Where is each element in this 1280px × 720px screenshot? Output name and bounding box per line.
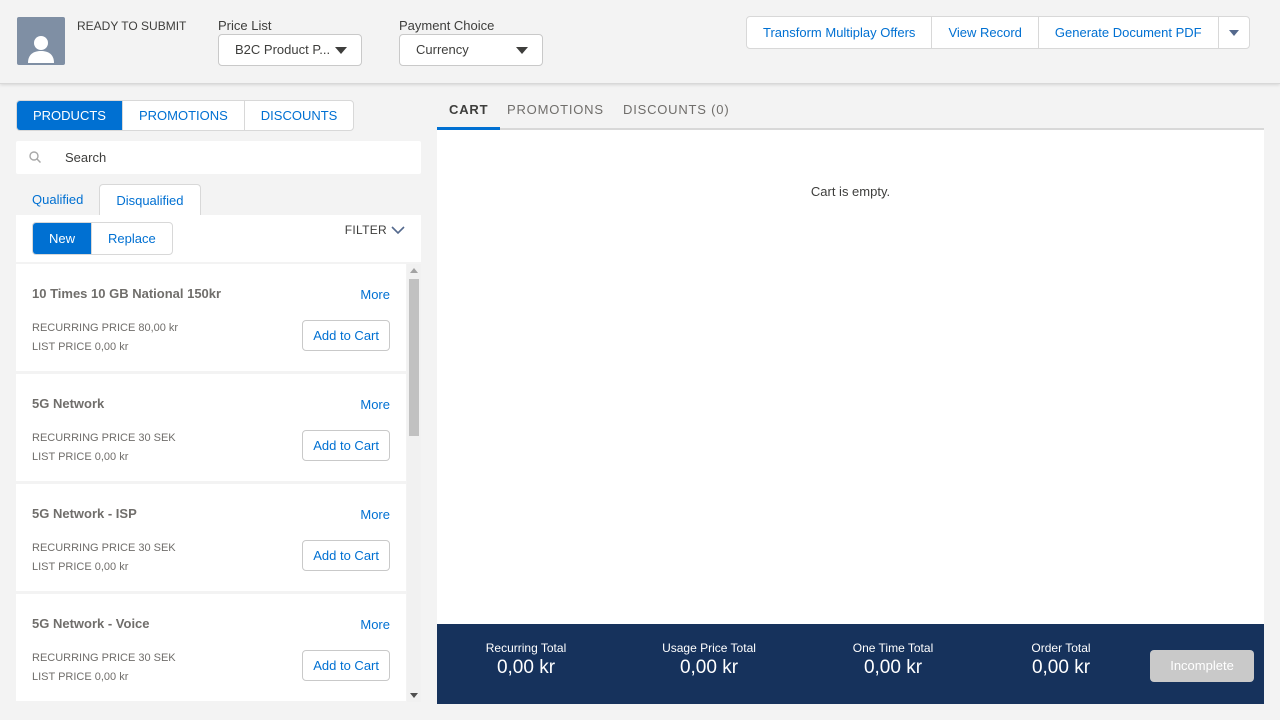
list-price: LIST PRICE 0,00 kr xyxy=(32,451,129,463)
list-item: 10 Times 10 GB National 150kr More RECUR… xyxy=(16,264,406,371)
tab-qualified[interactable]: Qualified xyxy=(16,184,99,215)
more-link[interactable]: More xyxy=(360,507,390,522)
totals-bar: Recurring Total 0,00 kr Usage Price Tota… xyxy=(437,624,1264,704)
scrollbar-thumb[interactable] xyxy=(409,279,419,436)
usage-price-total: Usage Price Total 0,00 kr xyxy=(654,641,764,679)
view-record-button[interactable]: View Record xyxy=(932,17,1039,48)
search-input[interactable]: Search xyxy=(16,141,421,174)
filter-bar: New Replace FILTER xyxy=(16,215,421,262)
dropdown-arrow-icon xyxy=(516,47,528,54)
status-label: READY TO SUBMIT xyxy=(77,19,187,33)
recurring-price: RECURRING PRICE 30 SEK xyxy=(32,542,176,554)
recurring-price: RECURRING PRICE 30 SEK xyxy=(32,432,176,444)
list-price: LIST PRICE 0,00 kr xyxy=(32,561,129,573)
price-list-select[interactable]: B2C Product P... xyxy=(218,34,362,66)
search-placeholder: Search xyxy=(65,150,107,165)
order-total: Order Total 0,00 kr xyxy=(1021,641,1101,679)
add-to-cart-button[interactable]: Add to Cart xyxy=(302,650,390,681)
dropdown-arrow-icon xyxy=(335,47,347,54)
tab-discounts[interactable]: DISCOUNTS xyxy=(245,101,354,130)
chevron-down-icon xyxy=(1228,30,1239,36)
payment-choice-label: Payment Choice xyxy=(399,18,495,33)
list-item: 5G Network - Voice More RECURRING PRICE … xyxy=(16,594,406,701)
price-list-label: Price List xyxy=(218,18,272,33)
product-name: 5G Network - Voice xyxy=(32,616,150,631)
usage-price-total-label: Usage Price Total xyxy=(662,641,756,655)
product-list-scrollbar[interactable] xyxy=(407,264,421,702)
one-time-total-value: 0,00 kr xyxy=(863,657,923,678)
search-icon xyxy=(29,151,41,163)
recurring-total-label: Recurring Total xyxy=(485,641,567,655)
recurring-total: Recurring Total 0,00 kr xyxy=(476,641,576,679)
product-name: 10 Times 10 GB National 150kr xyxy=(32,286,222,301)
chevron-down-icon xyxy=(391,226,405,235)
scroll-up-icon[interactable] xyxy=(410,268,418,273)
incomplete-button[interactable]: Incomplete xyxy=(1150,650,1254,682)
usage-price-total-value: 0,00 kr xyxy=(679,657,739,678)
filter-button[interactable]: FILTER xyxy=(345,223,405,237)
add-to-cart-button[interactable]: Add to Cart xyxy=(302,320,390,351)
list-price: LIST PRICE 0,00 kr xyxy=(32,341,129,353)
payment-choice-value: Currency xyxy=(416,42,469,57)
one-time-total-label: One Time Total xyxy=(852,641,934,655)
more-link[interactable]: More xyxy=(360,617,390,632)
recurring-total-value: 0,00 kr xyxy=(496,657,556,678)
header-actions: Transform Multiplay Offers View Record G… xyxy=(746,16,1250,49)
more-actions-button[interactable] xyxy=(1219,17,1249,48)
generate-document-pdf-button[interactable]: Generate Document PDF xyxy=(1039,17,1219,48)
more-link[interactable]: More xyxy=(360,397,390,412)
list-item: 5G Network More RECURRING PRICE 30 SEK L… xyxy=(16,374,406,481)
order-total-value: 0,00 kr xyxy=(1031,657,1091,678)
header: READY TO SUBMIT Price List B2C Product P… xyxy=(0,0,1280,84)
product-name: 5G Network xyxy=(32,396,105,411)
tab-cart-promotions[interactable]: PROMOTIONS xyxy=(495,96,616,130)
tab-products[interactable]: PRODUCTS xyxy=(17,101,123,130)
price-list-value: B2C Product P... xyxy=(235,42,331,57)
qualification-tabs: Qualified Disqualified xyxy=(16,184,201,215)
tab-disqualified[interactable]: Disqualified xyxy=(99,184,201,215)
tab-promotions[interactable]: PROMOTIONS xyxy=(123,101,245,130)
tab-cart-discounts[interactable]: DISCOUNTS (0) xyxy=(611,96,741,130)
more-link[interactable]: More xyxy=(360,287,390,302)
order-total-label: Order Total xyxy=(1031,641,1091,655)
avatar-icon xyxy=(17,17,65,65)
catalog-tabs: PRODUCTS PROMOTIONS DISCOUNTS xyxy=(16,100,355,131)
one-time-total: One Time Total 0,00 kr xyxy=(843,641,943,679)
new-button[interactable]: New xyxy=(33,223,93,254)
product-list: 10 Times 10 GB National 150kr More RECUR… xyxy=(16,264,421,702)
list-item: 5G Network - ISP More RECURRING PRICE 30… xyxy=(16,484,406,591)
cart-empty-message: Cart is empty. xyxy=(810,184,891,199)
cart-panel: Cart is empty. xyxy=(437,130,1264,624)
tab-cart[interactable]: CART xyxy=(437,96,501,130)
add-to-cart-button[interactable]: Add to Cart xyxy=(302,540,390,571)
payment-choice-select[interactable]: Currency xyxy=(399,34,543,66)
list-price: LIST PRICE 0,00 kr xyxy=(32,671,129,683)
mode-toggle: New Replace xyxy=(32,222,173,255)
add-to-cart-button[interactable]: Add to Cart xyxy=(302,430,390,461)
recurring-price: RECURRING PRICE 30 SEK xyxy=(32,652,176,664)
replace-button[interactable]: Replace xyxy=(92,223,172,254)
cart-tabs: CART PROMOTIONS DISCOUNTS (0) xyxy=(437,96,1264,130)
scroll-down-icon[interactable] xyxy=(410,693,418,698)
transform-multiplay-offers-button[interactable]: Transform Multiplay Offers xyxy=(747,17,933,48)
product-name: 5G Network - ISP xyxy=(32,506,137,521)
recurring-price: RECURRING PRICE 80,00 kr xyxy=(32,322,179,334)
filter-label: FILTER xyxy=(344,223,387,237)
